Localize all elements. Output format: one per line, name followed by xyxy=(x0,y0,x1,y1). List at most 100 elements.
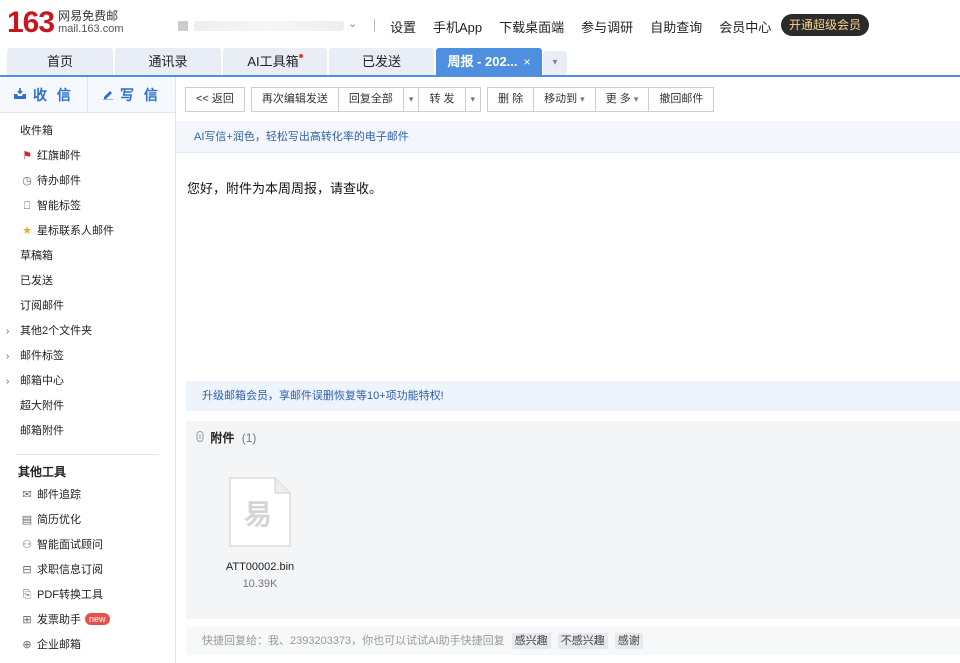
people-icon: ⚇ xyxy=(22,539,32,551)
sidebar-item-drafts[interactable]: 草稿箱 xyxy=(0,244,175,269)
sidebar-item-label: 邮件标签 xyxy=(20,350,64,362)
sidebar-item-sent[interactable]: 已发送 xyxy=(0,269,175,294)
chevron-down-icon: ⌄ xyxy=(348,18,358,30)
tab-label: AI工具箱 xyxy=(247,54,299,69)
quick-reply-placeholder[interactable]: 快捷回复给：我、2393203373，你也可以试试AI助手快捷回复 xyxy=(202,635,505,647)
sidebar-item-label: 邮箱中心 xyxy=(20,375,64,387)
sidebar-item-label: 智能标签 xyxy=(37,200,81,212)
reply-all-button[interactable]: 回复全部 xyxy=(337,87,404,112)
chevron-down-icon: ▾ xyxy=(408,94,414,104)
sidebar-item-smart-tags[interactable]: ⎕ 智能标签 xyxy=(0,194,175,219)
link-mobile-app[interactable]: 手机App xyxy=(433,17,482,36)
link-settings[interactable]: 设置 xyxy=(390,17,416,36)
tool-mail-tracking[interactable]: ✉ 邮件追踪 xyxy=(0,483,175,508)
tab-contacts[interactable]: 通讯录 xyxy=(115,48,221,75)
sidebar-item-mailbox-attachments[interactable]: 邮箱附件 xyxy=(0,419,175,444)
quick-reply-chip-not-interested[interactable]: 不感兴趣 xyxy=(557,633,608,649)
sidebar-item-label: 红旗邮件 xyxy=(37,150,81,162)
tab-weekly-report[interactable]: 周报 - 202... × xyxy=(436,48,542,75)
receive-label: 收 信 xyxy=(33,86,74,103)
tab-label: 首页 xyxy=(46,54,73,69)
sidebar-item-flagged[interactable]: ⚑ 红旗邮件 xyxy=(0,144,175,169)
attachment-file[interactable]: 易 ATT00002.bin 10.39K xyxy=(210,477,310,590)
back-button[interactable]: << 返回 xyxy=(185,87,245,112)
link-survey[interactable]: 参与调研 xyxy=(581,17,633,36)
sidebar-item-subscriptions[interactable]: 订阅邮件 xyxy=(0,294,175,319)
tool-resume-optimize[interactable]: ▤ 简历优化 xyxy=(0,508,175,533)
sidebar-item-starred-contacts[interactable]: ★ 星标联系人邮件 xyxy=(0,219,175,244)
tool-invoice-assistant[interactable]: ⊞ 发票助手 new xyxy=(0,608,175,633)
link-self-service[interactable]: 自助查询 xyxy=(650,17,702,36)
tool-enterprise-mail[interactable]: ⊕ 企业邮箱 xyxy=(0,633,175,658)
write-label: 写 信 xyxy=(120,86,161,103)
tool-pdf-convert[interactable]: ⎘ PDF转换工具 xyxy=(0,583,175,608)
sidebar-item-other-folders[interactable]: › 其他2个文件夹 xyxy=(0,319,175,344)
bookmark-icon: ⎕ xyxy=(23,200,31,212)
notification-dot xyxy=(298,54,303,58)
tab-label: 周报 - 202... xyxy=(447,54,518,69)
ai-banner[interactable]: AI写信+润色，轻松写出高转化率的电子邮件 xyxy=(176,121,960,153)
briefcase-icon: ⊟ xyxy=(22,564,32,576)
logo[interactable]: 163 网易免费邮 mail.163.com xyxy=(7,8,123,38)
globe-icon: ⊕ xyxy=(22,639,32,651)
tool-label: 求职信息订阅 xyxy=(37,564,103,576)
tab-home[interactable]: 首页 xyxy=(7,48,113,75)
delete-button[interactable]: 删 除 xyxy=(487,87,535,112)
tab-ai-toolbox[interactable]: AI工具箱 xyxy=(223,48,327,75)
sidebar-item-label: 草稿箱 xyxy=(20,250,53,262)
tab-sent[interactable]: 已发送 xyxy=(329,48,434,75)
receive-button[interactable]: 收 信 xyxy=(0,77,88,112)
vip-button[interactable]: 开通超级会员 xyxy=(781,14,870,36)
file-icon: 易 xyxy=(229,477,291,547)
close-icon[interactable]: × xyxy=(524,55,531,69)
account-name-blurred xyxy=(194,21,344,31)
link-download-desktop[interactable]: 下载桌面端 xyxy=(499,17,564,36)
chevron-right-icon[interactable]: › xyxy=(6,344,9,369)
sidebar-item-todo[interactable]: ◷ 待办邮件 xyxy=(0,169,175,194)
sidebar-item-label: 收件箱 xyxy=(20,125,53,137)
tab-label: 通讯录 xyxy=(148,54,188,69)
upgrade-banner[interactable]: 升级邮箱会员，享邮件误删恢复等10+项功能特权! xyxy=(186,381,960,411)
attachments-count: (1) xyxy=(241,431,257,445)
logo-title: 网易免费邮 xyxy=(58,9,119,23)
sidebar-item-inbox[interactable]: 收件箱 xyxy=(0,119,175,144)
pencil-icon xyxy=(102,87,114,103)
mail-toolbar: << 返回 再次编辑发送 回复全部 ▾ 转 发 ▾ 删 除 移动到 ▾ 更 多 … xyxy=(185,87,715,112)
other-tools-title: 其他工具 xyxy=(18,465,67,479)
sidebar: 收 信 写 信 收件箱 ⚑ 红旗邮件 ◷ 待办邮件 ⎕ 智能标签 ★ 星标联系人邮件 草… xyxy=(0,77,176,663)
link-member-center[interactable]: 会员中心 xyxy=(719,17,771,36)
chevron-right-icon[interactable]: › xyxy=(6,369,9,394)
sidebar-item-large-attachments[interactable]: 超大附件 xyxy=(0,394,175,419)
quick-reply-chip-thanks[interactable]: 感谢 xyxy=(614,633,643,649)
sidebar-item-mail-tags[interactable]: › 邮件标签 xyxy=(0,344,175,369)
logo-number: 163 xyxy=(7,6,55,39)
edit-resend-button[interactable]: 再次编辑发送 xyxy=(250,87,339,112)
recall-button[interactable]: 撤回邮件 xyxy=(648,87,715,112)
paperclip-icon xyxy=(196,431,207,445)
pdf-icon: ⎘ xyxy=(22,589,32,601)
move-to-button[interactable]: 移动到 ▾ xyxy=(533,87,596,112)
forward-button[interactable]: 转 发 xyxy=(418,87,466,112)
account-switcher[interactable]: ⌄ xyxy=(178,17,358,35)
quick-reply-bar[interactable]: 快捷回复给：我、2393203373，你也可以试试AI助手快捷回复 感兴趣 不感… xyxy=(186,627,960,655)
sidebar-item-label: 超大附件 xyxy=(20,400,64,412)
chevron-right-icon[interactable]: › xyxy=(6,319,9,344)
quick-reply-chip-interested[interactable]: 感兴趣 xyxy=(511,633,551,649)
attachment-size: 10.39K xyxy=(242,578,278,590)
more-button[interactable]: 更 多 ▾ xyxy=(594,87,650,112)
tab-more-button[interactable]: ▾ xyxy=(543,51,567,75)
move-to-label: 移动到 xyxy=(544,93,578,105)
more-label: 更 多 xyxy=(605,93,631,105)
sidebar-item-label: 邮箱附件 xyxy=(20,425,64,437)
forward-dropdown[interactable]: ▾ xyxy=(464,87,482,112)
tool-job-subscription[interactable]: ⊟ 求职信息订阅 xyxy=(0,558,175,583)
tool-label: 邮件追踪 xyxy=(37,489,81,501)
tool-label: 简历优化 xyxy=(37,514,81,526)
sidebar-item-mailbox-center[interactable]: › 邮箱中心 xyxy=(0,369,175,394)
reply-all-dropdown[interactable]: ▾ xyxy=(402,87,420,112)
tool-interview-advisor[interactable]: ⚇ 智能面试顾问 xyxy=(0,533,175,558)
avatar xyxy=(178,21,188,31)
sidebar-item-label: 其他2个文件夹 xyxy=(20,325,93,337)
write-button[interactable]: 写 信 xyxy=(88,77,175,112)
divider xyxy=(374,19,375,32)
